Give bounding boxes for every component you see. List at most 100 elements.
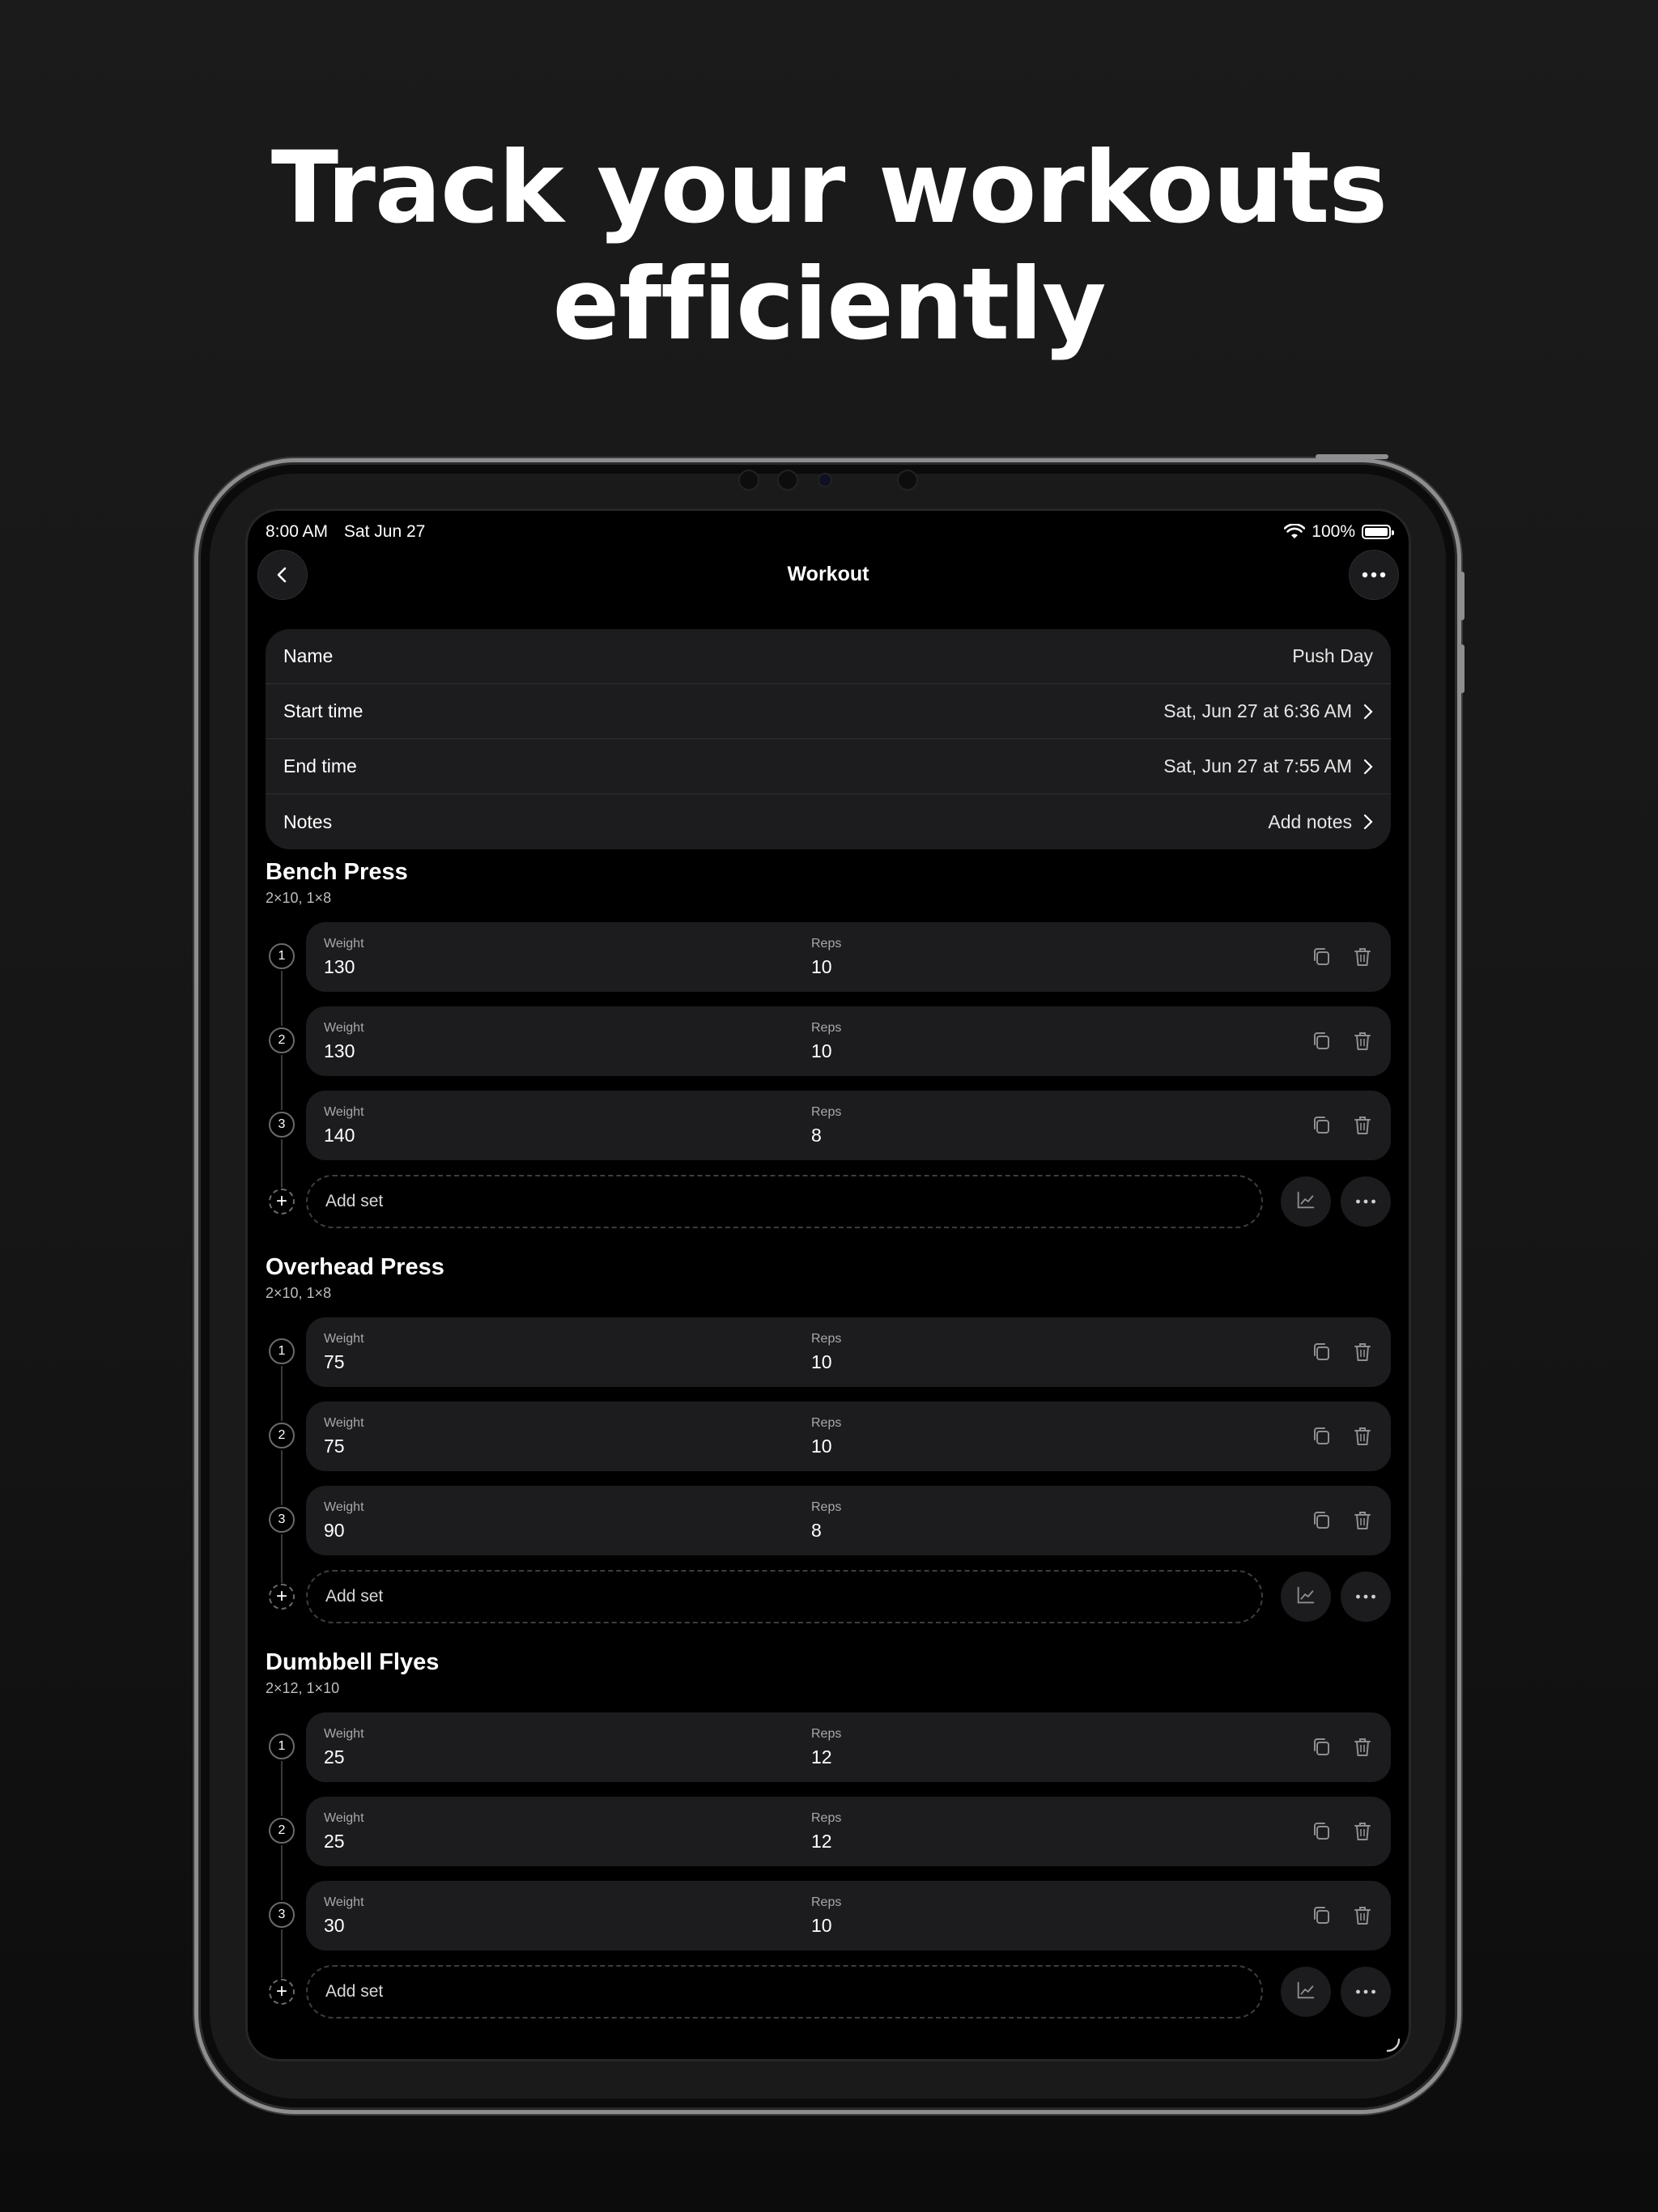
set-number-badge[interactable]: 3 bbox=[269, 1112, 295, 1138]
reps-value: 10 bbox=[811, 1351, 832, 1372]
battery-icon bbox=[1362, 525, 1394, 539]
weight-field[interactable]: Weight 130 bbox=[324, 1021, 364, 1062]
notes-row[interactable]: Notes Add notes bbox=[266, 794, 1391, 849]
add-set-row: + Add set bbox=[266, 1570, 1391, 1623]
start-time-label: Start time bbox=[283, 700, 363, 721]
start-time-row[interactable]: Start time Sat, Jun 27 at 6:36 AM bbox=[266, 684, 1391, 739]
reps-label: Reps bbox=[811, 1727, 842, 1741]
reps-field[interactable]: Reps 10 bbox=[811, 1332, 841, 1373]
delete-set-button[interactable] bbox=[1350, 1819, 1375, 1844]
reps-value: 10 bbox=[811, 956, 832, 977]
reps-field[interactable]: Reps 10 bbox=[811, 1021, 841, 1062]
reps-field[interactable]: Reps 12 bbox=[811, 1811, 841, 1853]
reps-label: Reps bbox=[811, 1105, 842, 1119]
set-card: Weight 75 Reps 10 bbox=[306, 1317, 1391, 1387]
delete-set-button[interactable] bbox=[1350, 1113, 1375, 1138]
set-number-badge[interactable]: 3 bbox=[269, 1902, 295, 1928]
duplicate-set-button[interactable] bbox=[1310, 1113, 1334, 1138]
end-time-row[interactable]: End time Sat, Jun 27 at 7:55 AM bbox=[266, 739, 1391, 794]
app-screen: 8:00 AM Sat Jun 27 100% Workout Name Pus… bbox=[245, 508, 1411, 2061]
weight-field[interactable]: Weight 25 bbox=[324, 1727, 364, 1768]
duplicate-set-button[interactable] bbox=[1310, 1424, 1334, 1448]
weight-field[interactable]: Weight 130 bbox=[324, 937, 364, 978]
weight-field[interactable]: Weight 25 bbox=[324, 1811, 364, 1853]
chevron-right-icon bbox=[1363, 759, 1373, 774]
exercise-chart-button[interactable] bbox=[1281, 1176, 1331, 1227]
add-set-button[interactable]: Add set bbox=[306, 1570, 1263, 1623]
duplicate-set-button[interactable] bbox=[1310, 1904, 1334, 1928]
plus-icon[interactable]: + bbox=[269, 1584, 295, 1610]
set-number-badge[interactable]: 3 bbox=[269, 1507, 295, 1533]
exercise-title[interactable]: Bench Press bbox=[266, 859, 1391, 888]
weight-value: 30 bbox=[324, 1915, 345, 1936]
add-set-button[interactable]: Add set bbox=[306, 1175, 1263, 1228]
plus-icon[interactable]: + bbox=[269, 1189, 295, 1214]
delete-set-button[interactable] bbox=[1350, 1735, 1375, 1759]
delete-set-button[interactable] bbox=[1350, 1904, 1375, 1928]
exercise-chart-button[interactable] bbox=[1281, 1967, 1331, 2017]
reps-field[interactable]: Reps 10 bbox=[811, 937, 841, 978]
weight-field[interactable]: Weight 30 bbox=[324, 1895, 364, 1937]
delete-set-button[interactable] bbox=[1350, 945, 1375, 969]
exercise-chart-button[interactable] bbox=[1281, 1572, 1331, 1622]
trash-icon bbox=[1350, 1823, 1375, 1847]
duplicate-set-button[interactable] bbox=[1310, 1029, 1334, 1053]
set-number-badge[interactable]: 1 bbox=[269, 1733, 295, 1759]
duplicate-set-button[interactable] bbox=[1310, 945, 1334, 969]
reps-field[interactable]: Reps 8 bbox=[811, 1105, 841, 1146]
set-number-badge[interactable]: 1 bbox=[269, 943, 295, 969]
duplicate-set-button[interactable] bbox=[1310, 1735, 1334, 1759]
weight-field[interactable]: Weight 75 bbox=[324, 1332, 364, 1373]
exercise-more-button[interactable] bbox=[1341, 1572, 1391, 1622]
exercise-title[interactable]: Dumbbell Flyes bbox=[266, 1649, 1391, 1678]
weight-label: Weight bbox=[324, 937, 364, 951]
set-card: Weight 130 Reps 10 bbox=[306, 1006, 1391, 1076]
copy-icon bbox=[1310, 1738, 1334, 1763]
reps-field[interactable]: Reps 10 bbox=[811, 1895, 841, 1937]
delete-set-button[interactable] bbox=[1350, 1029, 1375, 1053]
reps-label: Reps bbox=[811, 1332, 842, 1346]
start-time-value: Sat, Jun 27 at 6:36 AM bbox=[1163, 700, 1352, 721]
add-set-button[interactable]: Add set bbox=[306, 1965, 1263, 2018]
exercise-section: Bench Press 2×10, 1×8 1 Weight 130 Reps 1… bbox=[266, 859, 1391, 1228]
add-set-row: + Add set bbox=[266, 1175, 1391, 1228]
set-number-badge[interactable]: 1 bbox=[269, 1338, 295, 1364]
set-number-badge[interactable]: 2 bbox=[269, 1423, 295, 1448]
exercise-more-button[interactable] bbox=[1341, 1967, 1391, 2017]
sets-list: 1 Weight 25 Reps 12 2 Weight 25 Reps 12 … bbox=[266, 1712, 1391, 2018]
set-card: Weight 140 Reps 8 bbox=[306, 1091, 1391, 1160]
plus-icon[interactable]: + bbox=[269, 1979, 295, 2005]
set-row: 1 Weight 75 Reps 10 bbox=[266, 1317, 1391, 1421]
set-number-badge[interactable]: 2 bbox=[269, 1818, 295, 1844]
delete-set-button[interactable] bbox=[1350, 1508, 1375, 1533]
exercise-title[interactable]: Overhead Press bbox=[266, 1254, 1391, 1283]
reps-label: Reps bbox=[811, 937, 842, 951]
set-number-badge[interactable]: 2 bbox=[269, 1027, 295, 1053]
name-row[interactable]: Name Push Day bbox=[266, 629, 1391, 684]
name-value: Push Day bbox=[1292, 645, 1373, 666]
set-card: Weight 90 Reps 8 bbox=[306, 1486, 1391, 1555]
add-set-row: + Add set bbox=[266, 1965, 1391, 2018]
set-card: Weight 30 Reps 10 bbox=[306, 1881, 1391, 1950]
more-options-button[interactable] bbox=[1349, 550, 1399, 600]
weight-field[interactable]: Weight 90 bbox=[324, 1500, 364, 1542]
chart-icon bbox=[1295, 1584, 1317, 1610]
duplicate-set-button[interactable] bbox=[1310, 1819, 1334, 1844]
duplicate-set-button[interactable] bbox=[1310, 1508, 1334, 1533]
set-row: 1 Weight 130 Reps 10 bbox=[266, 922, 1391, 1026]
delete-set-button[interactable] bbox=[1350, 1340, 1375, 1364]
weight-value: 140 bbox=[324, 1125, 355, 1146]
exercise-more-button[interactable] bbox=[1341, 1176, 1391, 1227]
reps-field[interactable]: Reps 12 bbox=[811, 1727, 841, 1768]
duplicate-set-button[interactable] bbox=[1310, 1340, 1334, 1364]
delete-set-button[interactable] bbox=[1350, 1424, 1375, 1448]
weight-field[interactable]: Weight 75 bbox=[324, 1416, 364, 1457]
set-row: 2 Weight 130 Reps 10 bbox=[266, 1006, 1391, 1110]
reps-label: Reps bbox=[811, 1416, 842, 1430]
reps-field[interactable]: Reps 8 bbox=[811, 1500, 841, 1542]
trash-icon bbox=[1350, 1032, 1375, 1057]
reps-field[interactable]: Reps 10 bbox=[811, 1416, 841, 1457]
weight-field[interactable]: Weight 140 bbox=[324, 1105, 364, 1146]
reps-value: 12 bbox=[811, 1746, 832, 1767]
exercise-summary: 2×12, 1×10 bbox=[266, 1680, 340, 1696]
